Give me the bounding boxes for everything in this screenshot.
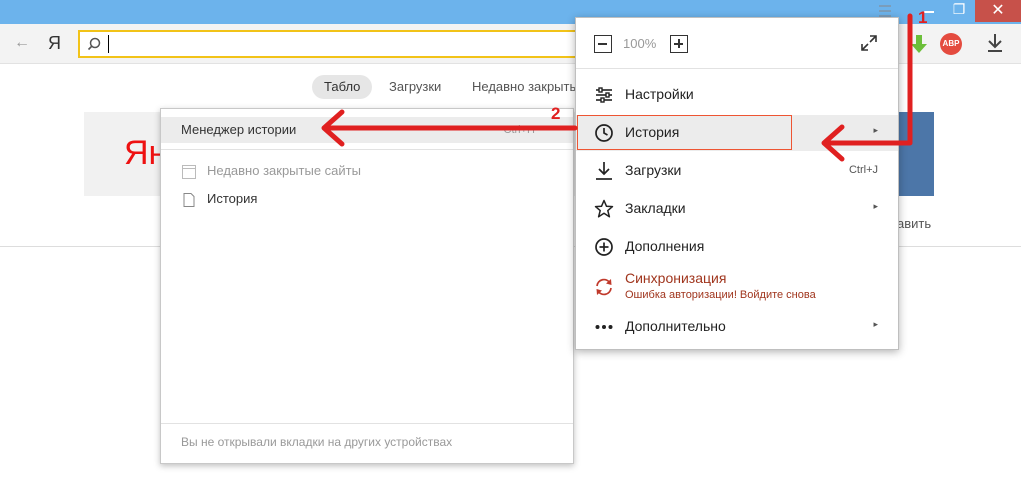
back-icon[interactable]: ←	[14, 34, 30, 52]
star-icon	[594, 199, 614, 218]
menu-label-sync: Синхронизация	[625, 270, 727, 286]
menu-item-bookmarks[interactable]: Закладки ▸	[576, 191, 898, 227]
history-manager-shortcut: Ctrl+H	[503, 124, 535, 136]
search-icon	[87, 37, 101, 51]
sync-error-text: Ошибка авторизации! Войдите снова	[625, 289, 816, 301]
menu-item-settings[interactable]: Настройки	[576, 77, 898, 113]
dots-icon	[595, 325, 613, 329]
green-download-icon[interactable]	[910, 32, 928, 56]
tab-tablo[interactable]: Табло	[312, 75, 373, 99]
recently-closed-sites-item[interactable]: Недавно закрытые сайты	[181, 161, 361, 181]
menu-label-settings: Настройки	[625, 86, 694, 102]
text-cursor	[108, 35, 109, 53]
divider	[161, 423, 573, 424]
address-input[interactable]	[110, 32, 570, 56]
submenu-arrow-icon: ▸	[873, 201, 878, 211]
menu-label-downloads: Загрузки	[625, 162, 682, 178]
history-manager-label: Менеджер истории	[181, 122, 297, 137]
plus-circle-icon	[595, 238, 613, 256]
step-number-2: 2	[551, 104, 561, 123]
settings-icon	[596, 87, 612, 103]
menu-label-more: Дополнительно	[625, 318, 726, 334]
menu-label-bookmarks: Закладки	[625, 200, 686, 216]
yandex-logo-button[interactable]: Я	[48, 33, 61, 54]
page-icon	[183, 192, 195, 207]
browser-main-menu: 100% Настройки История ▸ Загрузки Ctrl+J…	[575, 17, 899, 350]
history-manager-item[interactable]: Менеджер истории Ctrl+H	[161, 117, 573, 143]
tab-downloads[interactable]: Загрузки	[377, 75, 453, 99]
add-site-link[interactable]: авить	[897, 216, 931, 231]
history-label: История	[207, 191, 258, 206]
address-bar[interactable]	[78, 30, 588, 58]
history-item[interactable]: История	[181, 189, 257, 209]
divider	[576, 68, 898, 69]
zoom-in-button[interactable]	[670, 35, 688, 53]
menu-item-addons[interactable]: Дополнения	[576, 229, 898, 265]
menu-item-downloads[interactable]: Загрузки Ctrl+J	[576, 153, 898, 189]
divider	[161, 149, 573, 150]
adblock-plus-icon[interactable]: ABP	[940, 33, 962, 55]
step-number-1: 1	[918, 8, 928, 27]
sync-icon	[596, 278, 612, 296]
menu-label-addons: Дополнения	[625, 238, 705, 254]
close-button[interactable]: ✕	[975, 0, 1021, 22]
submenu-arrow-icon: ▸	[873, 319, 878, 329]
zoom-out-button[interactable]	[594, 35, 612, 53]
history-highlight-box	[577, 115, 792, 150]
tab-icon	[182, 164, 196, 179]
menu-item-sync[interactable]: Синхронизация Ошибка авторизации! Войдит…	[576, 267, 898, 307]
download-icon	[596, 162, 612, 180]
menu-item-more[interactable]: Дополнительно ▸	[576, 309, 898, 345]
recently-closed-label: Недавно закрытые сайты	[207, 163, 361, 178]
downloads-shortcut: Ctrl+J	[848, 164, 878, 176]
download-icon[interactable]	[985, 32, 1005, 54]
restore-button[interactable]: ❐	[946, 0, 972, 20]
zoom-level: 100%	[623, 36, 657, 51]
other-devices-note: Вы не открывали вкладки на других устрой…	[181, 435, 453, 449]
submenu-arrow-icon: ▸	[873, 125, 878, 135]
fullscreen-icon[interactable]	[859, 33, 879, 53]
history-submenu: Менеджер истории Ctrl+H Недавно закрытые…	[160, 108, 574, 464]
